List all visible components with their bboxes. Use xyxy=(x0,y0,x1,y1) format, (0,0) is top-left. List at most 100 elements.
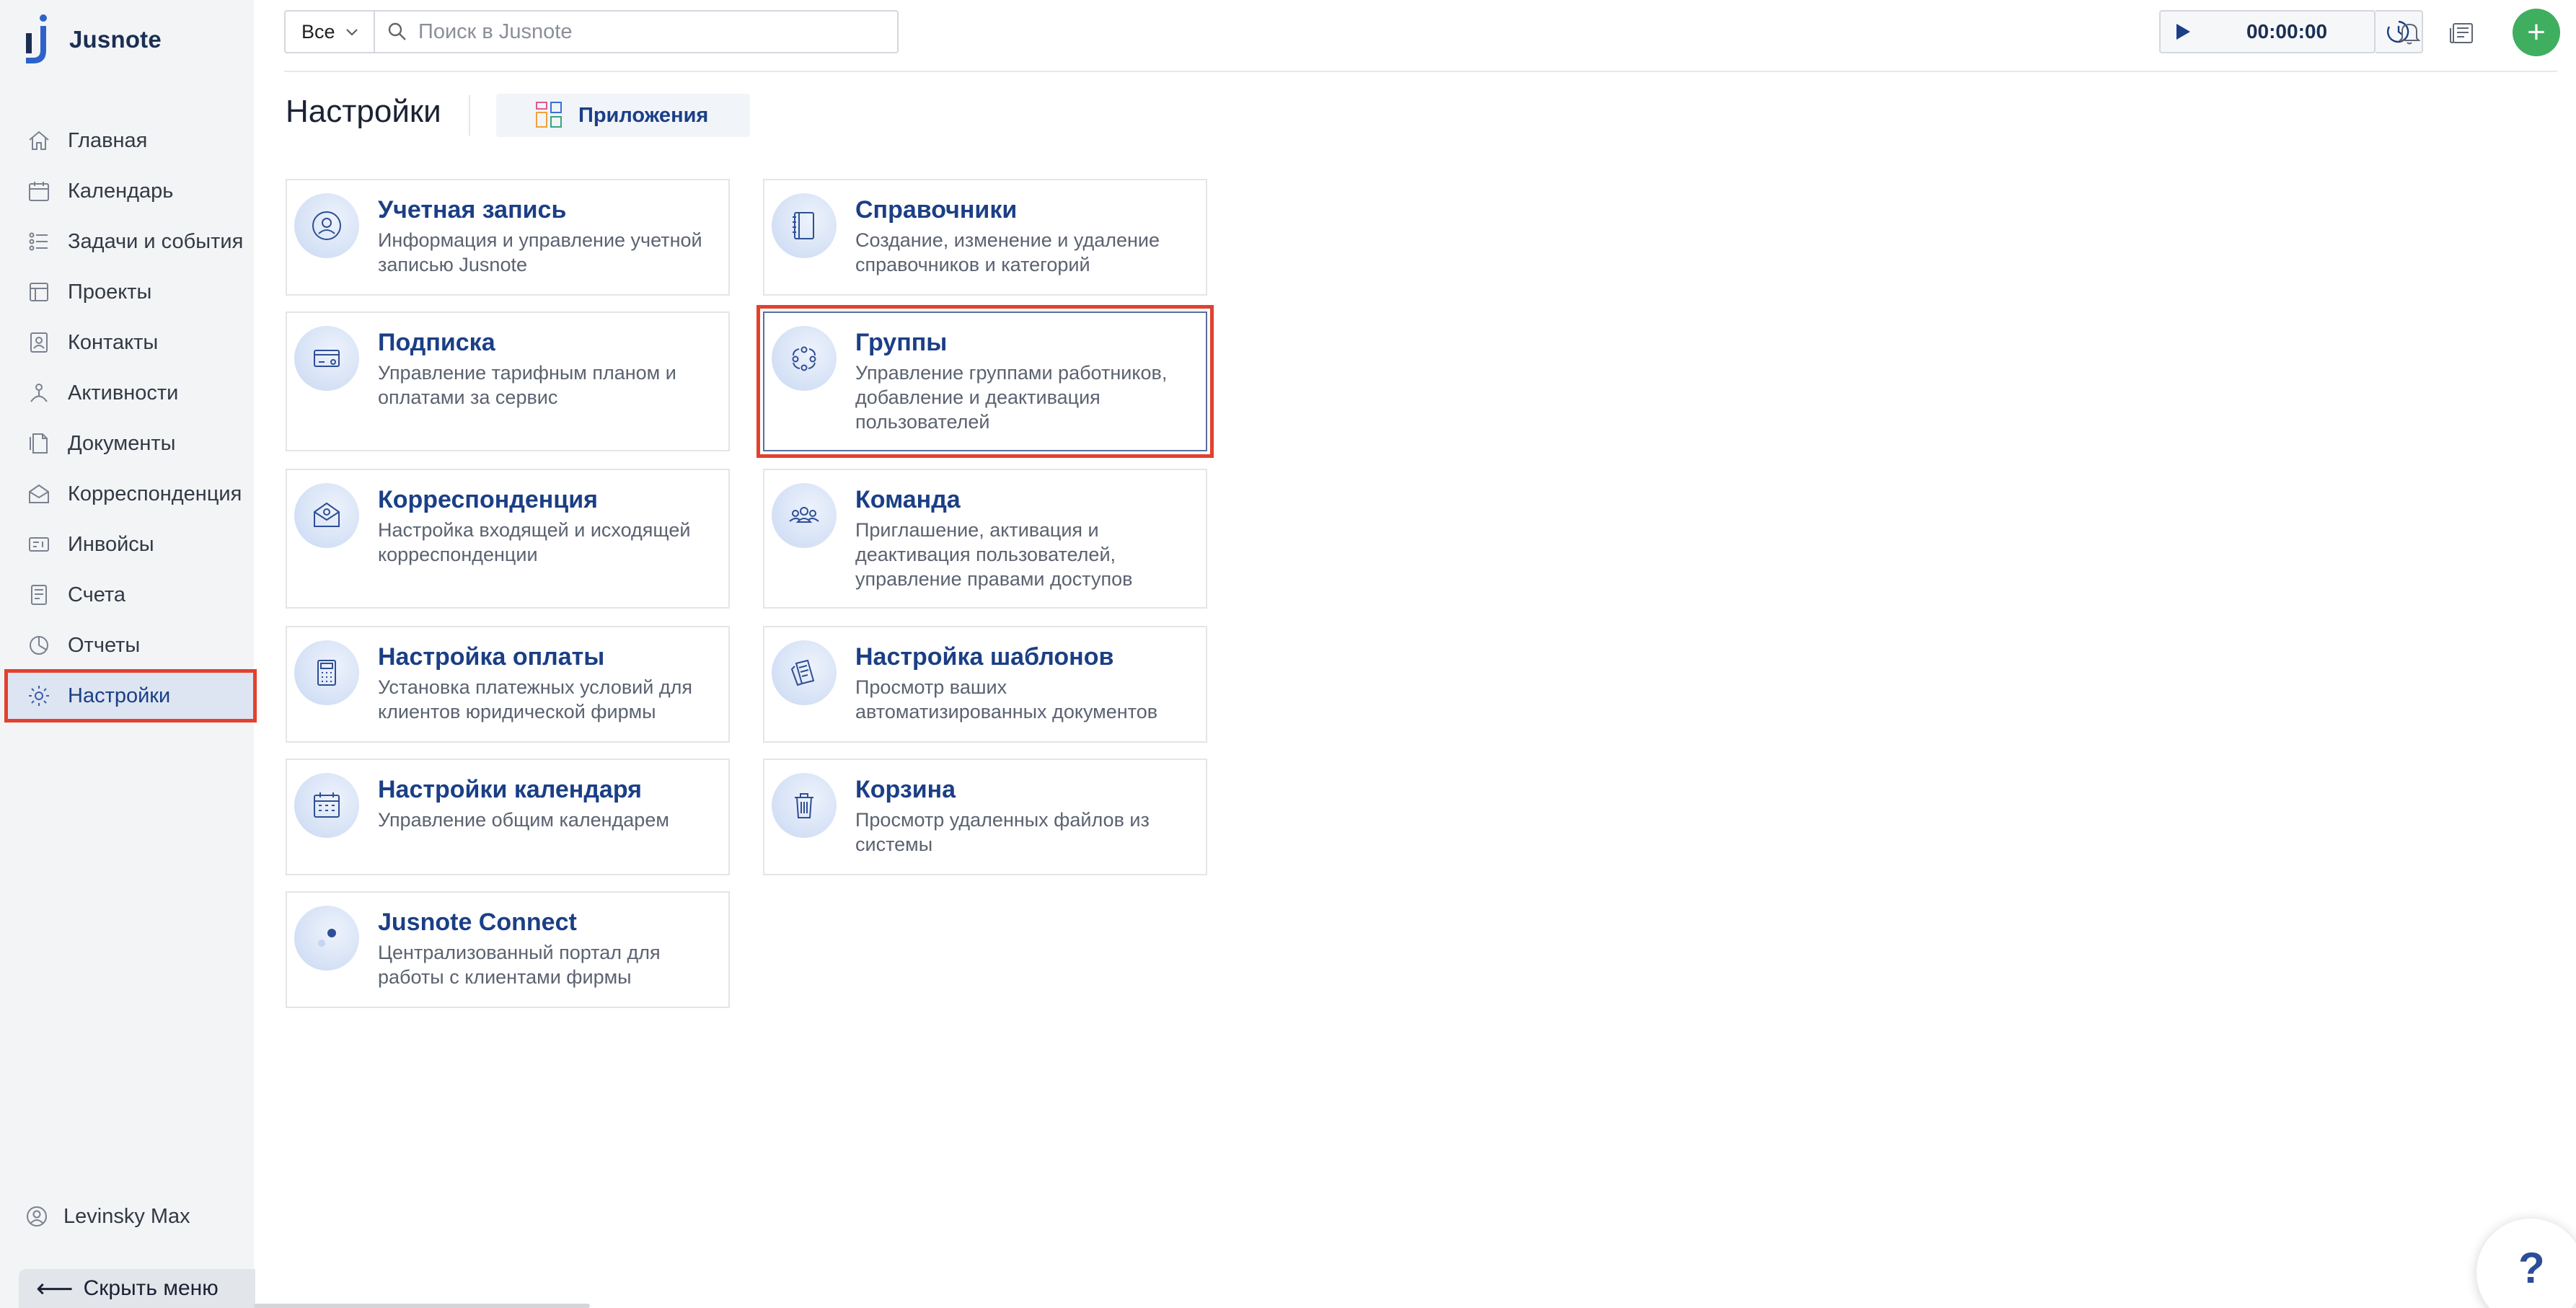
sidebar-item-label: Контакты xyxy=(68,330,159,354)
plus-icon: + xyxy=(2527,14,2546,50)
accounts-icon xyxy=(25,580,53,609)
card-description: Создание, изменение и удаление справочни… xyxy=(855,229,1160,275)
sidebar-item-contacts[interactable]: Контакты xyxy=(6,317,254,368)
envelope-icon xyxy=(294,483,359,548)
card-title: Учетная запись xyxy=(378,196,567,224)
settings-card-correspondence[interactable]: Корреспонденция Настройка входящей и исх… xyxy=(286,469,730,609)
card-description: Управление общим календарем xyxy=(378,809,669,831)
calendar-icon xyxy=(294,773,359,838)
sidebar-item-home[interactable]: Главная xyxy=(6,115,254,166)
tab-applications[interactable]: Приложения xyxy=(496,94,750,137)
card-title: Команда xyxy=(855,486,961,513)
sidebar-item-projects[interactable]: Проекты xyxy=(6,267,254,317)
search-scope-select[interactable]: Все xyxy=(284,10,375,53)
card-description: Установка платежных условий для клиентов… xyxy=(378,676,692,723)
sidebar-item-label: Проекты xyxy=(68,280,152,304)
play-button[interactable] xyxy=(2161,12,2205,52)
hide-menu-label: Скрыть меню xyxy=(83,1276,219,1300)
search-input[interactable] xyxy=(418,19,880,44)
credit-card-icon xyxy=(294,326,359,391)
hide-menu-button[interactable]: ⟵ Скрыть меню xyxy=(19,1269,255,1308)
settings-card-templates[interactable]: Настройка шаблонов Просмотр ваших автома… xyxy=(763,626,1207,743)
card-title: Настройки календаря xyxy=(378,776,642,803)
user-profile[interactable]: Levinsky Max xyxy=(25,1204,190,1229)
add-button[interactable]: + xyxy=(2513,9,2560,56)
timer-value: 00:00:00 xyxy=(2246,20,2328,43)
settings-card-payment[interactable]: Настройка оплаты Установка платежных усл… xyxy=(286,626,730,743)
user-name: Levinsky Max xyxy=(63,1204,190,1228)
search-scope-value: Все xyxy=(301,20,335,43)
news-button[interactable] xyxy=(2445,16,2478,49)
sidebar-item-tasks[interactable]: Задачи и события xyxy=(6,216,254,267)
sidebar-item-label: Активности xyxy=(68,381,179,405)
documents-icon xyxy=(25,429,53,458)
settings-card-connect[interactable]: Jusnote Connect Централизованный портал … xyxy=(286,891,730,1008)
page-title: Настройки xyxy=(286,94,441,129)
projects-icon xyxy=(25,278,53,306)
sidebar-item-correspondence[interactable]: Корреспонденция xyxy=(6,469,254,519)
card-description: Настройка входящей и исходящей корреспон… xyxy=(378,519,691,565)
sidebar-item-settings[interactable]: Настройки xyxy=(4,669,257,723)
sidebar-item-label: Настройки xyxy=(68,684,171,707)
settings-card-subscription[interactable]: Подписка Управление тарифным планом и оп… xyxy=(286,311,730,451)
sidebar-item-label: Корреспонденция xyxy=(68,482,242,505)
card-title: Справочники xyxy=(855,196,1018,224)
timer-widget: 00:00:00 xyxy=(2159,10,2376,53)
book-icon xyxy=(772,193,837,258)
settings-card-calendar[interactable]: Настройки календаря Управление общим кал… xyxy=(286,759,730,875)
sidebar-nav: Главная Календарь Задачи и события Проек… xyxy=(4,115,257,723)
app-name: Jusnote xyxy=(69,26,162,53)
help-button[interactable]: ? xyxy=(2476,1219,2576,1308)
horizontal-scrollbar[interactable] xyxy=(254,1304,590,1308)
sidebar-item-activities[interactable]: Активности xyxy=(6,368,254,418)
settings-card-account[interactable]: Учетная запись Информация и управление у… xyxy=(286,179,730,296)
bell-icon xyxy=(2398,23,2421,45)
team-icon xyxy=(772,483,837,548)
calendar-icon xyxy=(25,177,53,206)
card-title: Настройка оплаты xyxy=(378,643,605,671)
calculator-icon xyxy=(294,640,359,705)
news-icon xyxy=(2450,23,2473,43)
templates-icon xyxy=(772,640,837,705)
tasks-icon xyxy=(25,227,53,256)
card-title: Корреспонденция xyxy=(378,486,598,513)
title-divider xyxy=(469,95,470,136)
search-icon xyxy=(388,22,406,40)
arrow-left-icon: ⟵ xyxy=(36,1273,74,1303)
sidebar-item-accounts[interactable]: Счета xyxy=(6,570,254,620)
help-icon: ? xyxy=(2518,1244,2545,1292)
activities-icon xyxy=(25,379,53,407)
top-bar: Все 00:00:00 + xyxy=(284,9,2560,72)
card-description: Информация и управление учетной записью … xyxy=(378,229,702,275)
sidebar-item-invoices[interactable]: Инвойсы xyxy=(6,519,254,570)
card-description: Приглашение, активация и деактивация пол… xyxy=(855,519,1133,590)
groups-icon xyxy=(772,326,837,391)
card-description: Просмотр удаленных файлов из системы xyxy=(855,809,1150,855)
sidebar-item-label: Главная xyxy=(68,128,148,152)
play-icon xyxy=(2176,24,2190,40)
apps-grid-icon xyxy=(536,102,562,128)
sidebar-item-label: Счета xyxy=(68,583,125,606)
settings-card-team[interactable]: Команда Приглашение, активация и деактив… xyxy=(763,469,1207,609)
card-title: Корзина xyxy=(855,776,956,803)
app-logo[interactable]: Jusnote xyxy=(22,13,162,66)
card-title: Настройка шаблонов xyxy=(855,643,1114,671)
settings-card-groups[interactable]: Группы Управление группами работников, д… xyxy=(757,305,1214,458)
user-icon xyxy=(27,1206,47,1227)
sidebar-item-label: Календарь xyxy=(68,179,174,203)
jusnote-logo-icon xyxy=(26,14,47,63)
sidebar-item-documents[interactable]: Документы xyxy=(6,418,254,469)
invoices-icon xyxy=(25,530,53,559)
search-box xyxy=(374,10,899,53)
trash-icon xyxy=(772,773,837,838)
card-title: Подписка xyxy=(378,329,495,356)
settings-card-references[interactable]: Справочники Создание, изменение и удален… xyxy=(763,179,1207,296)
sidebar-item-label: Документы xyxy=(68,431,176,455)
notifications-button[interactable] xyxy=(2393,16,2426,49)
sidebar-item-calendar[interactable]: Календарь xyxy=(6,166,254,216)
tab-applications-label: Приложения xyxy=(578,103,709,127)
sidebar-item-reports[interactable]: Отчеты xyxy=(6,620,254,671)
reports-icon xyxy=(25,631,53,660)
gear-icon xyxy=(25,681,53,710)
settings-card-trash[interactable]: Корзина Просмотр удаленных файлов из сис… xyxy=(763,759,1207,875)
